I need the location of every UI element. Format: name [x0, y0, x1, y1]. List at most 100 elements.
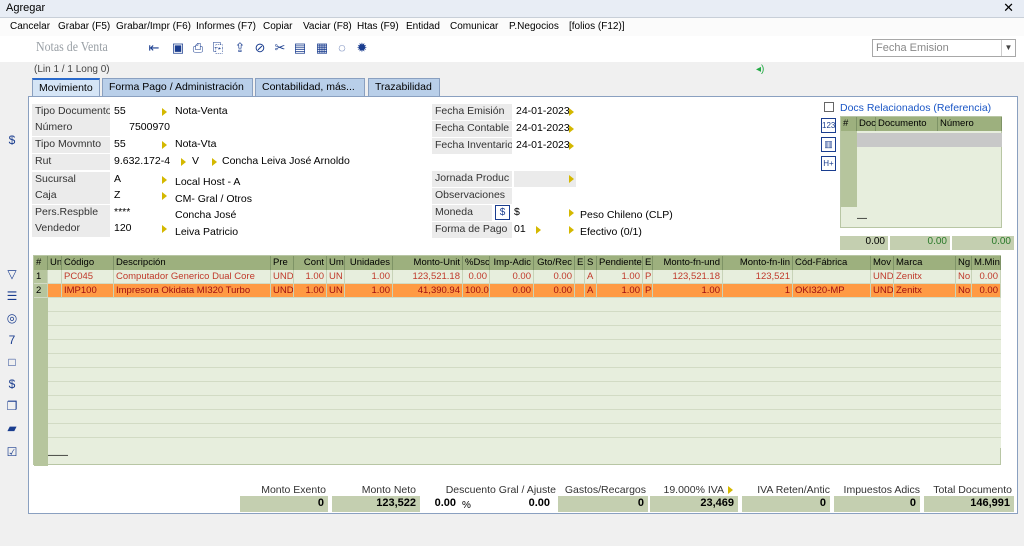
copy-icon[interactable]: ❐ — [4, 398, 20, 414]
tipo-movimiento-field[interactable]: 55 — [112, 137, 160, 153]
calendar-icon[interactable]: 7 — [4, 332, 20, 348]
docs-relacionados-label[interactable]: Docs Relacionados (Referencia) — [840, 102, 991, 114]
tools-icon[interactable]: ✂ — [272, 40, 288, 56]
fecha-inventario-field[interactable]: 24-01-2023 — [514, 138, 570, 154]
detail-grid[interactable]: # Un Código Descripción Pre Cont Um Unid… — [33, 255, 1001, 466]
forma-pago-field[interactable]: 01 — [512, 222, 534, 238]
target-icon[interactable]: ◎ — [4, 310, 20, 326]
menu-grabar[interactable]: Grabar (F5) — [58, 21, 110, 32]
moneda-label: Moneda — [432, 205, 492, 221]
sort-combo[interactable]: Fecha Emision ▼ — [872, 39, 1016, 57]
barcode-icon[interactable]: 123 — [821, 118, 836, 133]
lookup-arrow-icon[interactable] — [569, 209, 574, 217]
menu-entidad[interactable]: Entidad — [406, 21, 440, 32]
columns-icon[interactable]: ▥ — [821, 137, 836, 152]
docs-sum-2: 0.00 — [890, 236, 950, 250]
total-value-neto: 123,522 — [332, 496, 420, 512]
rut-dv-field[interactable]: V — [190, 154, 208, 170]
tipo-documento-field[interactable]: 55 — [112, 104, 160, 120]
lookup-arrow-icon[interactable] — [181, 158, 186, 166]
chat-icon[interactable]: ◌ — [334, 40, 350, 56]
chevron-down-icon[interactable]: ▼ — [1001, 40, 1015, 56]
sliders-icon[interactable]: ☰ — [4, 288, 20, 304]
numero-field[interactable]: 7500970 — [112, 120, 172, 136]
menu-vaciar[interactable]: Vaciar (F8) — [303, 21, 352, 32]
forma-pago-extra[interactable] — [546, 222, 566, 238]
docs-selected-row[interactable] — [857, 133, 1002, 147]
total-descuento-pct[interactable]: 0.00 — [424, 496, 460, 512]
table-cell: UND — [271, 284, 294, 298]
moneda-field[interactable]: $ — [512, 205, 566, 221]
vendedor-field[interactable]: 120 — [112, 221, 160, 237]
col-cont: Cont — [294, 256, 327, 270]
lookup-arrow-icon[interactable] — [162, 192, 167, 200]
lookup-arrow-icon[interactable] — [536, 226, 541, 234]
menu-comunicar[interactable]: Comunicar — [450, 21, 498, 32]
lookup-arrow-icon[interactable] — [569, 142, 574, 150]
lookup-arrow-icon[interactable] — [162, 176, 167, 184]
observaciones-label: Observaciones — [432, 188, 512, 204]
lookup-arrow-icon[interactable] — [162, 108, 167, 116]
tab-forma-pago[interactable]: Forma Pago / Administración — [102, 78, 253, 96]
settings-icon[interactable]: ✹ — [354, 40, 370, 56]
save-print-icon[interactable]: ⎙ — [190, 40, 206, 56]
lookup-arrow-icon[interactable] — [569, 175, 574, 183]
back-icon[interactable]: ⇤ — [146, 40, 162, 56]
menu-copiar[interactable]: Copiar — [263, 21, 292, 32]
fecha-emision-field[interactable]: 24-01-2023 — [514, 104, 570, 120]
table-cell — [48, 284, 62, 298]
filter-icon[interactable]: ▽ — [4, 266, 20, 282]
cancel-icon[interactable]: ⊘ — [252, 40, 268, 56]
tab-trazabilidad[interactable]: Trazabilidad — [368, 78, 440, 96]
save-icon[interactable]: ▣ — [170, 40, 186, 56]
tab-movimiento[interactable]: Movimiento — [32, 78, 100, 96]
caja-desc: CM- Gral / Otros — [175, 193, 253, 205]
lookup-arrow-icon[interactable] — [162, 141, 167, 149]
check-icon[interactable]: ☑ — [4, 444, 20, 460]
lookup-arrow-icon[interactable] — [569, 125, 574, 133]
table-cell: Computador Generico Dual Core — [114, 270, 271, 284]
tab-contabilidad[interactable]: Contabilidad, más... — [255, 78, 365, 96]
menu-htas[interactable]: Htas (F9) — [357, 21, 399, 32]
sucursal-field[interactable]: A — [112, 172, 160, 188]
lookup-arrow-icon[interactable] — [569, 108, 574, 116]
menu-grabar-impr[interactable]: Grabar/Impr (F6) — [116, 21, 191, 32]
truck-icon[interactable]: ▰ — [4, 420, 20, 436]
window-icon[interactable]: □ — [4, 354, 20, 370]
docs-checkbox[interactable] — [824, 102, 834, 112]
lookup-arrow-icon[interactable] — [728, 486, 733, 494]
export-icon[interactable]: ⇪ — [232, 40, 248, 56]
jornada-field[interactable] — [514, 171, 576, 187]
menu-pnegocios[interactable]: P.Negocios — [509, 21, 559, 32]
table-cell: 1.00 — [345, 284, 393, 298]
observaciones-field[interactable] — [514, 188, 744, 204]
lookup-arrow-icon[interactable] — [162, 225, 167, 233]
total-value-descuento[interactable]: 0.00 — [474, 496, 554, 512]
table-cell: 0.00 — [534, 284, 575, 298]
caja-field[interactable]: Z — [112, 188, 160, 204]
contact-card-icon[interactable]: ▤ — [292, 40, 308, 56]
fecha-contable-field[interactable]: 24-01-2023 — [514, 121, 570, 137]
col-m-min: M.Min — [972, 256, 1001, 270]
currency-icon[interactable]: $ — [4, 132, 20, 148]
col-e2: E. — [643, 256, 653, 270]
col-e: E — [575, 256, 585, 270]
menu-cancelar[interactable]: Cancelar — [10, 21, 50, 32]
pers-respble-field[interactable]: **** — [112, 205, 170, 221]
lookup-arrow-icon[interactable] — [569, 226, 574, 234]
rut-field[interactable]: 9.632.172-4 — [112, 154, 172, 170]
close-icon[interactable]: ✕ — [1003, 0, 1014, 16]
currency-icon[interactable]: $ — [495, 205, 510, 220]
print-icon[interactable]: ⎘ — [210, 40, 226, 56]
lookup-arrow-icon[interactable] — [212, 158, 217, 166]
money-icon[interactable]: $ — [4, 376, 20, 392]
docs-grid[interactable]: # Doc Documento Número — — [840, 116, 1002, 228]
col-un: Un — [48, 256, 62, 270]
menu-folios[interactable]: [folios (F12)] — [569, 21, 625, 32]
history-icon[interactable]: H+ — [821, 156, 836, 171]
col-pre: Pre — [271, 256, 294, 270]
table-cell: 1.00 — [345, 270, 393, 284]
tipo-movimiento-label: Tipo Movmnto — [32, 137, 110, 153]
menu-informes[interactable]: Informes (F7) — [196, 21, 256, 32]
qr-icon[interactable]: ▦ — [314, 40, 330, 56]
